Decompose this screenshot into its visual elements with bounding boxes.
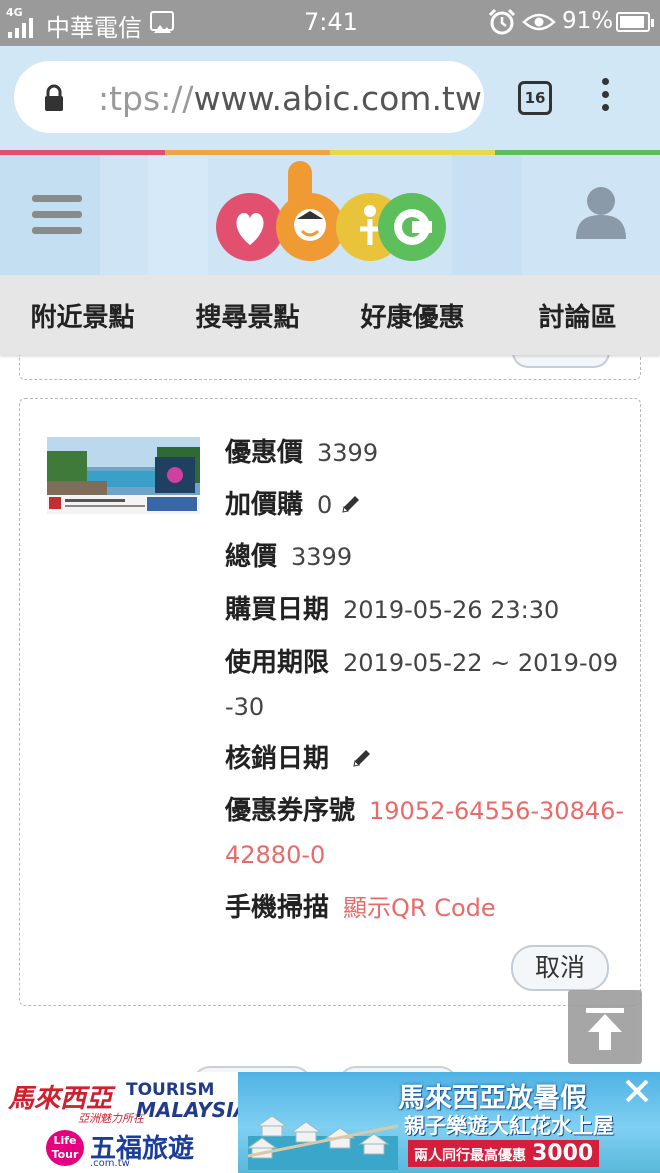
url-text: :tps://www.abic.com.tw [98, 79, 482, 118]
battery-percent: 91% [562, 8, 614, 34]
cancel-button[interactable]: 取消 [511, 945, 609, 991]
lock-icon [45, 84, 63, 111]
purchase-date-row: 購買日期 2019-05-26 23:30 [225, 588, 559, 632]
battery-icon [616, 12, 654, 32]
main-nav: 附近景點 搜尋景點 好康優惠 討論區 [0, 275, 660, 355]
serial-row: 優惠券序號 19052-64556-30846-42880-0 [225, 789, 625, 877]
show-qr-code-link[interactable]: 顯示QR Code [343, 894, 496, 922]
nav-nearby[interactable]: 附近景點 [0, 297, 165, 334]
total-value: 3399 [291, 543, 353, 571]
ad-malaysia-sub: 亞洲魅力所在 [78, 1112, 144, 1125]
carrier-name: 中華電信 [46, 14, 142, 42]
water-villas-image [248, 1115, 398, 1170]
total-label: 總價 [225, 542, 278, 572]
serial-label: 優惠券序號 [225, 796, 356, 826]
signal-icon [8, 18, 33, 38]
ad-sponsor-panel: 馬來西亞 亞洲魅力所在 TOURISM MALAYSIA Life Tour 五… [0, 1072, 249, 1173]
ad-lifetour-logo: Life Tour [46, 1130, 84, 1166]
ad-close-icon[interactable] [622, 1076, 652, 1106]
addon-row: 加價購 0 [225, 483, 362, 527]
price-label: 優惠價 [225, 438, 304, 468]
abic-logo[interactable] [214, 159, 446, 269]
scan-row: 手機掃描 顯示QR Code [225, 886, 496, 930]
clock: 7:41 [304, 8, 358, 36]
ad-promo: 兩人同行最高優惠 3000 [408, 1140, 600, 1167]
battery-fill [620, 16, 644, 28]
total-row: 總價 3399 [225, 535, 352, 579]
coupon-card: 優惠價 3399 加價購 0 總價 3399 購買日期 2019-05-26 23:30… [19, 398, 641, 1006]
coupon-thumbnail[interactable] [47, 437, 200, 514]
hamburger-menu-icon[interactable] [32, 195, 82, 235]
price-value: 3399 [317, 439, 379, 467]
redeem-date-label: 核銷日期 [225, 744, 330, 774]
eye-comfort-icon [522, 13, 556, 31]
scan-label: 手機掃描 [225, 893, 330, 923]
ad-banner[interactable]: 馬來西亞 亞洲魅力所在 TOURISM MALAYSIA Life Tour 五… [0, 1072, 660, 1173]
edit-addon-pencil-icon[interactable] [340, 493, 362, 515]
purchase-date-label: 購買日期 [225, 595, 330, 625]
validity-row: 使用期限 2019-05-22 ~ 2019-09-30 [225, 641, 625, 729]
ad-malaysia-en: MALAYSIA [136, 1098, 250, 1122]
browser-menu-button[interactable] [598, 78, 612, 120]
addon-value: 0 [317, 491, 333, 519]
nav-forum[interactable]: 討論區 [495, 297, 660, 334]
alarm-icon [488, 8, 516, 35]
address-bar[interactable]: :tps://www.abic.com.tw [14, 61, 484, 133]
purchase-date-value: 2019-05-26 23:30 [343, 596, 560, 624]
ad-tourism: TOURISM [126, 1080, 215, 1100]
price-row: 優惠價 3399 [225, 431, 378, 475]
status-bar: 4G 中華電信 7:41 91% [0, 0, 660, 46]
back-to-top-arrow-icon[interactable] [568, 990, 642, 1064]
redeem-date-row: 核銷日期 [225, 737, 373, 781]
site-header [0, 155, 660, 275]
ad-wufu-sub: .com.tw [90, 1158, 130, 1169]
image-notification-icon [150, 11, 174, 33]
nav-deals[interactable]: 好康優惠 [330, 297, 495, 334]
ad-subline: 親子樂遊大紅花水上屋 [404, 1114, 614, 1138]
ad-image-panel: 馬來西亞放暑假 親子樂遊大紅花水上屋 兩人同行最高優惠 3000 [238, 1072, 660, 1173]
nav-search[interactable]: 搜尋景點 [165, 297, 330, 334]
browser-toolbar: :tps://www.abic.com.tw 16 [0, 46, 660, 150]
user-account-icon[interactable] [574, 185, 628, 241]
tab-switcher-button[interactable]: 16 [518, 81, 552, 115]
validity-label: 使用期限 [225, 648, 330, 678]
edit-redeem-date-pencil-icon[interactable] [351, 747, 373, 769]
addon-label: 加價購 [225, 490, 304, 520]
